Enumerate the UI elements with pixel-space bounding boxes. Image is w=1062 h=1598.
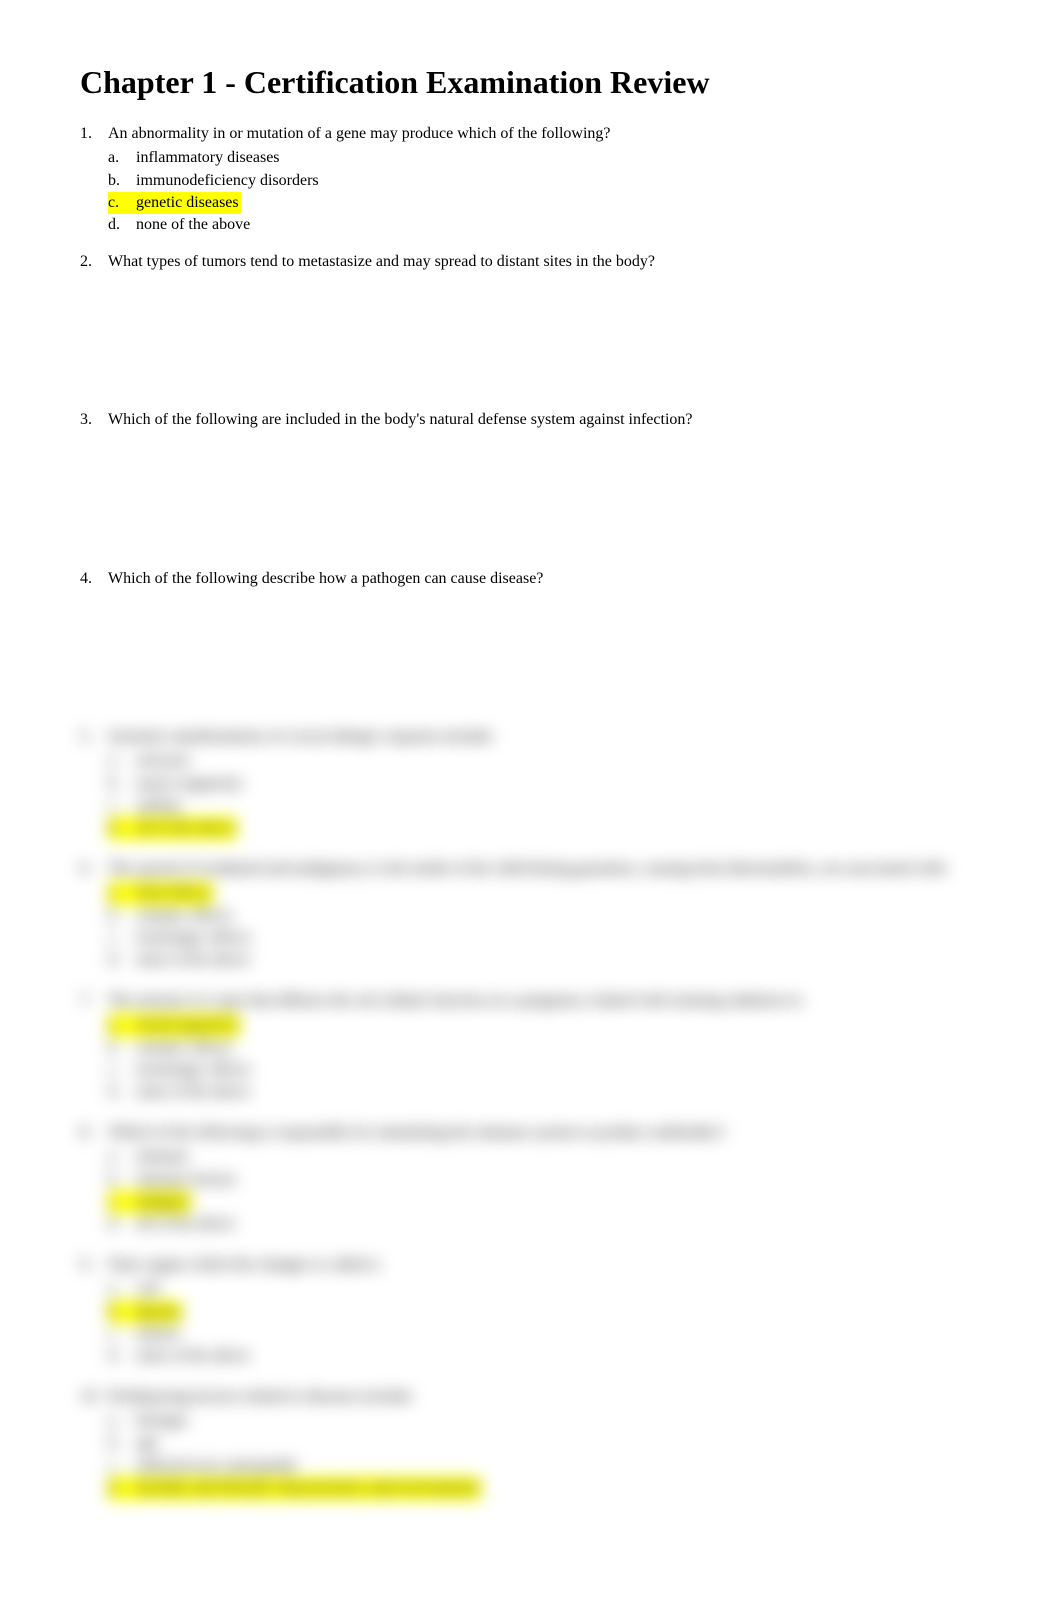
document-page: Chapter 1 - Certification Examination Re… [80, 60, 982, 1500]
question-item: What types of tumors tend to metastasize… [80, 251, 982, 395]
option-item: asthma [108, 795, 982, 817]
question-text: Fatty organs which the changes is called… [108, 1254, 982, 1276]
option-item: none of the above [108, 949, 982, 971]
option-text: tumors [136, 1325, 180, 1342]
question-text: Which of the following is responsible fo… [108, 1122, 982, 1144]
option-text: lipoma [136, 1303, 180, 1320]
question-item: Fatty organs which the changes is called… [80, 1254, 982, 1368]
option-item: teratologic effects [108, 1059, 982, 1081]
option-text: none of the above [136, 951, 250, 968]
option-item: all of the above [108, 817, 982, 839]
option-item: teratol (genetic) [108, 1014, 982, 1036]
option-text: all of the above [136, 819, 235, 836]
option-item: biologic [108, 1410, 982, 1432]
option-text: somatic effects [136, 1039, 232, 1056]
option-item: age [108, 1432, 982, 1454]
page-title: Chapter 1 - Certification Examination Re… [80, 60, 982, 105]
blurred-question-list: Systemic manifestations of a local aller… [80, 726, 982, 1500]
blurred-content: Systemic manifestations of a local aller… [80, 726, 982, 1500]
question-text: Which of the following describe how a pa… [108, 568, 982, 590]
option-text: teratologic effects [136, 1061, 251, 1078]
option-text: all of the above [136, 1215, 235, 1232]
question-text: Systemic manifestations of a local aller… [108, 726, 982, 748]
option-item: somatic effects [108, 1037, 982, 1059]
option-item: none of the above [108, 1081, 982, 1103]
answer-space [108, 275, 982, 395]
option-item: somatic effects [108, 905, 982, 927]
option-text: ethnicity/race and gender [136, 1457, 298, 1474]
answer-space [108, 592, 982, 712]
option-text: cell [136, 1280, 159, 1297]
option-item: all of the above [108, 1213, 982, 1235]
option-item: none of the above [108, 214, 982, 236]
option-item: fetal effects [108, 882, 982, 904]
option-item: immune factors [108, 1169, 982, 1191]
option-text: asthma [136, 797, 181, 814]
option-item: immune [108, 1146, 982, 1168]
option-text: immune [136, 1148, 188, 1165]
highlighted-answer: genetic diseases [108, 192, 241, 214]
option-item: lipoma [108, 1301, 982, 1323]
option-item: genetic diseases [108, 192, 982, 214]
option-text: fetal effects [136, 884, 211, 901]
option-text: immune factors [136, 1171, 236, 1188]
question-text: The amount of a type that diffuses the r… [108, 990, 982, 1012]
option-list: cell lipoma tumors none of the above [108, 1278, 982, 1368]
highlighted-answer: heredity and lifestyle characteristics a… [108, 1477, 481, 1499]
highlighted-answer: lipoma [108, 1301, 182, 1323]
question-text: Predisposing factors related to diseases… [108, 1386, 982, 1408]
question-item: Which of the following are included in t… [80, 409, 982, 553]
question-text: Which of the following are included in t… [108, 409, 982, 431]
option-item: ethnicity/race and gender [108, 1455, 982, 1477]
highlighted-answer: all of the above [108, 817, 237, 839]
question-text: What types of tumors tend to metastasize… [108, 251, 982, 273]
option-text: none of the above [136, 1083, 250, 1100]
option-text: age [136, 1434, 158, 1451]
option-item: heredity and lifestyle characteristics a… [108, 1477, 982, 1499]
highlighted-answer: fetal effects [108, 882, 213, 904]
option-list: urticaria nasal congestion asthma all of th… [108, 750, 982, 840]
option-text: biologic [136, 1412, 188, 1429]
option-text: teratol (genetic) [136, 1016, 238, 1033]
question-item: The spread of irradiated and malignancy … [80, 858, 982, 972]
highlighted-answer: antigens [108, 1191, 191, 1213]
question-item: Which of the following is responsible fo… [80, 1122, 982, 1236]
question-text: The spread of irradiated and malignancy … [108, 858, 982, 880]
option-text: nasal congestion [136, 775, 242, 792]
option-list: fetal effects somatic effects teratologic … [108, 882, 982, 972]
question-item: An abnormality in or mutation of a gene … [80, 123, 982, 237]
option-item: antigens [108, 1191, 982, 1213]
option-text: none of the above [136, 216, 250, 233]
option-item: tumors [108, 1323, 982, 1345]
question-item: Which of the following describe how a pa… [80, 568, 982, 712]
question-item: Predisposing factors related to diseases… [80, 1386, 982, 1500]
option-item: immunodeficiency disorders [108, 170, 982, 192]
option-list: teratol (genetic) somatic effects teratolo… [108, 1014, 982, 1104]
highlighted-answer: teratol (genetic) [108, 1014, 240, 1036]
question-text: An abnormality in or mutation of a gene … [108, 123, 982, 145]
option-item: none of the above [108, 1345, 982, 1367]
question-list: An abnormality in or mutation of a gene … [80, 123, 982, 712]
option-list: immune immune factors antigens all of the a… [108, 1146, 982, 1236]
option-list: biologic age ethnicity/race and gender here… [108, 1410, 982, 1500]
option-item: urticaria [108, 750, 982, 772]
option-text: genetic diseases [136, 194, 239, 211]
option-text: heredity and lifestyle characteristics a… [136, 1479, 479, 1496]
option-list: inflammatory diseases immunodeficiency di… [108, 147, 982, 237]
option-item: cell [108, 1278, 982, 1300]
option-text: immunodeficiency disorders [136, 172, 319, 189]
option-item: teratologic effects [108, 927, 982, 949]
option-item: inflammatory diseases [108, 147, 982, 169]
option-item: nasal congestion [108, 773, 982, 795]
option-text: none of the above [136, 1347, 250, 1364]
answer-space [108, 434, 982, 554]
question-item: Systemic manifestations of a local aller… [80, 726, 982, 840]
option-text: antigens [136, 1193, 189, 1210]
option-text: somatic effects [136, 907, 232, 924]
option-text: urticaria [136, 752, 189, 769]
option-text: teratologic effects [136, 929, 251, 946]
option-text: inflammatory diseases [136, 149, 280, 166]
question-item: The amount of a type that diffuses the r… [80, 990, 982, 1104]
